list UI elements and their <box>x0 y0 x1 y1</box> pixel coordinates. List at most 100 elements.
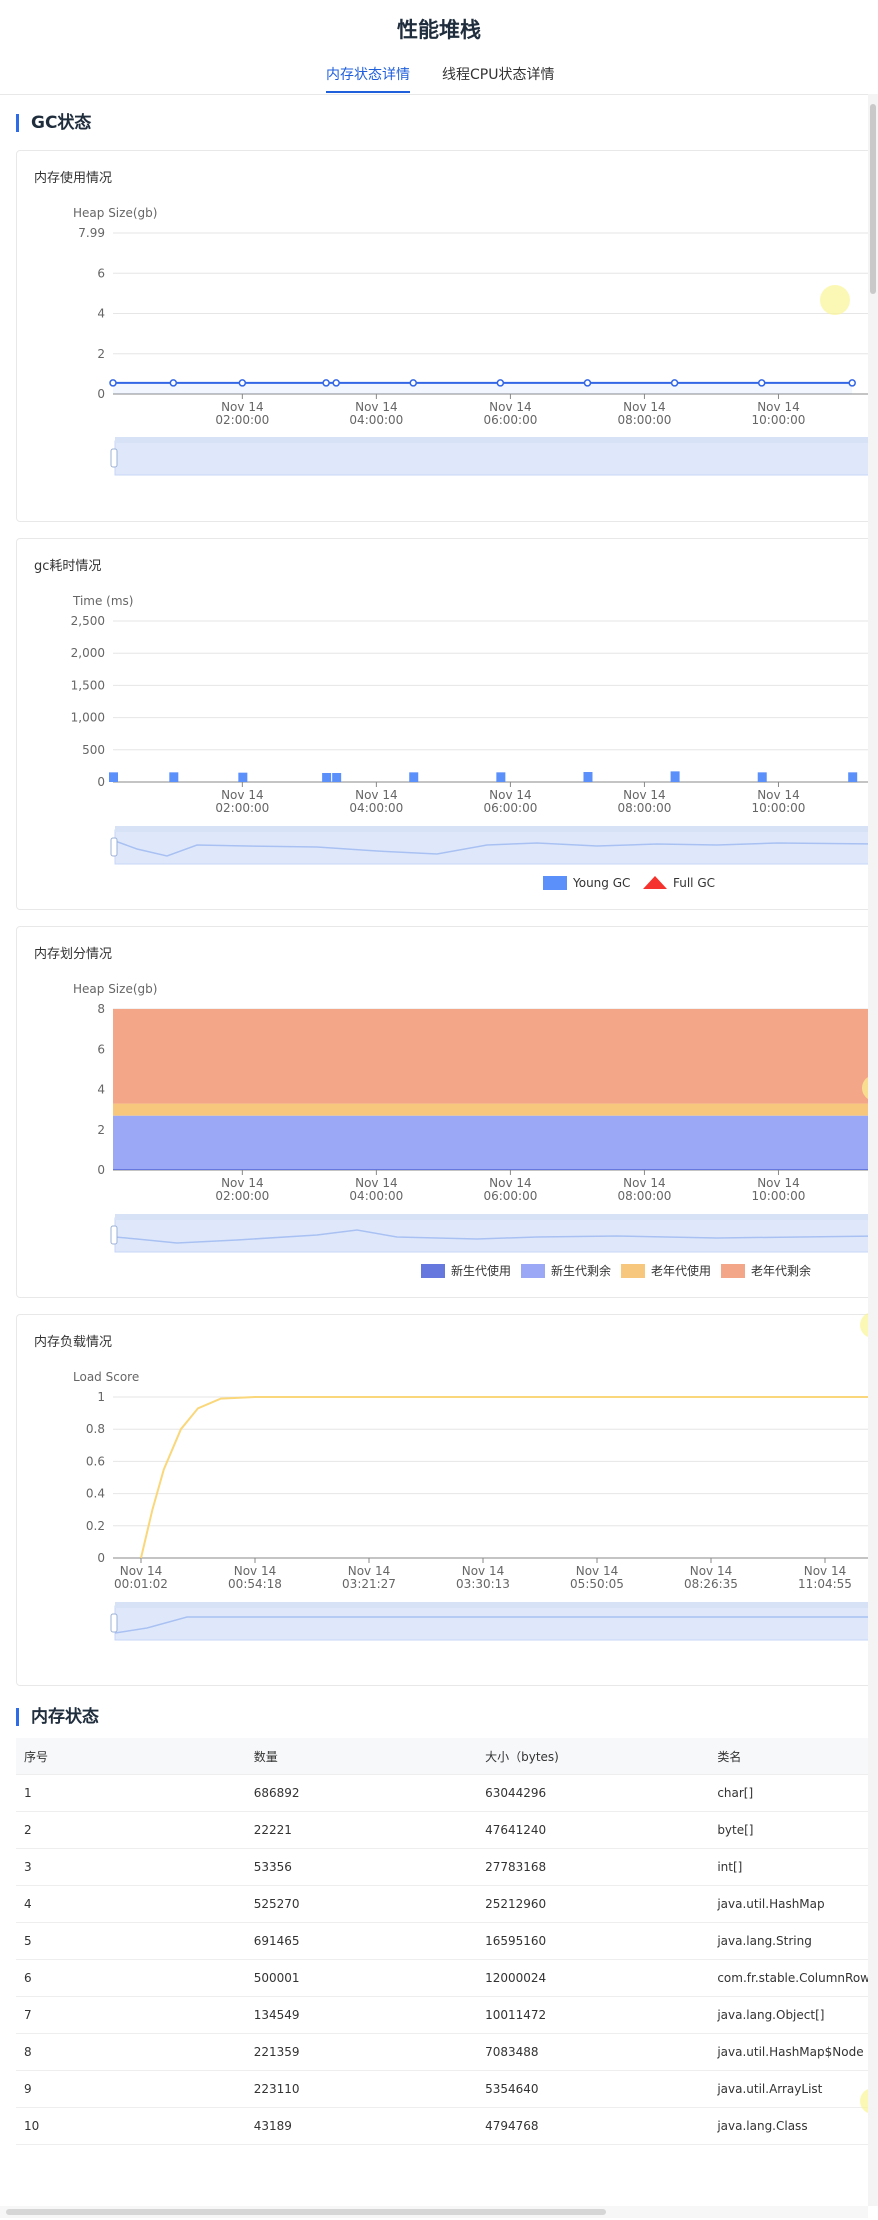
y-axis-label: Load Score <box>73 1370 139 1384</box>
table-row: 10 43189 4794768 java.lang.Class <box>16 2107 878 2145</box>
heap-point <box>169 379 178 387</box>
row-count: 686892 <box>245 1774 478 1812</box>
datazoom-handle <box>110 1225 118 1245</box>
row-index: 9 <box>16 2070 246 2108</box>
tab-memory-status[interactable]: 内存状态详情 <box>326 64 410 84</box>
row-class-name: java.util.HashMap$Node <box>709 2033 878 2071</box>
row-index: 5 <box>16 1922 246 1960</box>
y-tick-label: 1 <box>97 1390 105 1404</box>
row-index: 2 <box>16 1811 246 1849</box>
x-tick-label: Nov 14 <box>757 788 800 802</box>
x-tick-label: 00:54:18 <box>228 1577 282 1591</box>
memory-load-chart[interactable]: Load Score10.80.60.40.20Nov 1400:01:02No… <box>17 1315 878 1685</box>
y-axis-label: Time (ms) <box>72 594 134 608</box>
young-gc-bar <box>496 772 506 782</box>
gc-time-chart[interactable]: Time (ms)2,5002,0001,5001,0005000Nov 140… <box>17 539 878 909</box>
x-tick-label: Nov 14 <box>489 788 532 802</box>
x-tick-label: 10:00:00 <box>752 801 806 815</box>
x-tick-label: Nov 14 <box>757 1176 800 1190</box>
x-tick-label: 03:30:13 <box>456 1577 510 1591</box>
x-tick-label: 06:00:00 <box>483 413 537 427</box>
heap-point <box>322 379 330 387</box>
row-size: 25212960 <box>477 1885 710 1923</box>
y-axis-label: Heap Size(gb) <box>73 206 157 220</box>
datazoom-slider <box>114 440 878 476</box>
table-row: 3 53356 27783168 int[] <box>16 1848 878 1886</box>
y-tick-label: 0.6 <box>86 1454 105 1468</box>
x-tick-label: Nov 14 <box>623 788 666 802</box>
memory-division-card: 内存划分情况 Heap Size(gb) 8 6 4 2 0 Nov 14 02:00:00 N… <box>16 926 878 1298</box>
young-gc-bar <box>169 772 179 782</box>
datazoom-slider <box>114 829 878 865</box>
x-tick-label: Nov 14 <box>623 400 666 414</box>
y-tick-label: 0.8 <box>86 1422 105 1436</box>
memory-division-chart[interactable]: Heap Size(gb)86420Nov 1402:00:00Nov 1404… <box>17 927 878 1297</box>
legend-swatch <box>721 1264 745 1278</box>
x-tick-label: Nov 14 <box>348 1564 391 1578</box>
young-gc-bar <box>848 772 858 782</box>
column-header-index: 序号 <box>16 1738 246 1775</box>
row-index: 6 <box>16 1959 246 1997</box>
row-index: 10 <box>16 2107 246 2145</box>
heap-area <box>113 382 853 394</box>
memory-load-card: 内存负载情况 Load Score 1 0.8 0.6 0.4 0.2 0 Nov 14 00:… <box>16 1314 878 1686</box>
row-class-name: int[] <box>709 1848 878 1886</box>
heap-point <box>409 379 417 387</box>
x-tick-label: 02:00:00 <box>215 1189 269 1203</box>
row-count: 525270 <box>245 1885 478 1923</box>
x-tick-label: Nov 14 <box>462 1564 505 1578</box>
horizontal-scrollbar[interactable] <box>0 2206 868 2218</box>
row-class-name: byte[] <box>709 1811 878 1849</box>
datazoom-handle <box>110 837 118 857</box>
active-tab-indicator <box>326 91 410 93</box>
x-tick-label: Nov 14 <box>355 788 398 802</box>
table-body: 1 686892 63044296 char[] 2 22221 47641240 byte[… <box>16 1774 878 2145</box>
legend-label: 新生代剩余 <box>551 1263 611 1278</box>
y-tick-label: 0 <box>97 775 105 789</box>
heap-point <box>757 379 766 387</box>
legend-label: 老年代剩余 <box>751 1263 811 1278</box>
y-tick-label: 2 <box>97 347 105 361</box>
x-tick-label: Nov 14 <box>804 1564 847 1578</box>
datazoom-top-bar <box>115 826 878 832</box>
row-index: 3 <box>16 1848 246 1886</box>
row-count: 691465 <box>245 1922 478 1960</box>
x-tick-label: 04:00:00 <box>349 801 403 815</box>
x-tick-label: 08:00:00 <box>617 1189 671 1203</box>
datazoom-top-bar <box>115 1602 878 1608</box>
legend-swatch <box>621 1264 645 1278</box>
y-tick-label: 2,500 <box>71 614 105 628</box>
heap-point <box>109 379 117 387</box>
table-row: 6 500001 12000024 com.fr.stable.ColumnRow <box>16 1959 878 1997</box>
x-tick-label: Nov 14 <box>221 1176 264 1190</box>
scrollbar-thumb[interactable] <box>6 2209 606 2215</box>
tab-thread-cpu-status[interactable]: 线程CPU状态详情 <box>442 64 554 84</box>
column-header-class-name: 类名 <box>709 1738 878 1775</box>
x-tick-label: 02:00:00 <box>215 801 269 815</box>
x-tick-label: Nov 14 <box>221 788 264 802</box>
column-header-count: 数量 <box>245 1738 478 1775</box>
datazoom-handle <box>110 1613 118 1633</box>
heap-usage-chart[interactable]: Heap Size(gb)7.996420Nov 1402:00:00Nov 1… <box>17 151 878 521</box>
x-tick-label: 06:00:00 <box>483 1189 537 1203</box>
row-index: 7 <box>16 1996 246 2034</box>
row-class-name: java.lang.Object[] <box>709 1996 878 2034</box>
tab-bar: 内存状态详情 线程CPU状态详情 <box>0 60 878 95</box>
y-tick-label: 0.2 <box>86 1519 105 1533</box>
y-tick-label: 0 <box>97 1551 105 1565</box>
y-tick-label: 2 <box>97 1123 105 1137</box>
vertical-scrollbar[interactable] <box>868 94 878 2206</box>
y-tick-label: 1,000 <box>71 711 105 725</box>
x-tick-label: Nov 14 <box>221 400 264 414</box>
row-size: 4794768 <box>477 2107 710 2145</box>
x-tick-label: 06:00:00 <box>483 801 537 815</box>
row-index: 8 <box>16 2033 246 2071</box>
x-tick-label: Nov 14 <box>690 1564 733 1578</box>
row-class-name: java.util.ArrayList <box>709 2070 878 2108</box>
table-header-row: 序号 数量 大小（bytes) 类名 <box>16 1738 878 1775</box>
y-tick-label: 1,500 <box>71 678 105 692</box>
y-tick-label: 0 <box>97 387 105 401</box>
row-class-name: java.util.HashMap <box>709 1885 878 1923</box>
scrollbar-thumb[interactable] <box>870 104 876 294</box>
x-tick-label: 10:00:00 <box>752 413 806 427</box>
